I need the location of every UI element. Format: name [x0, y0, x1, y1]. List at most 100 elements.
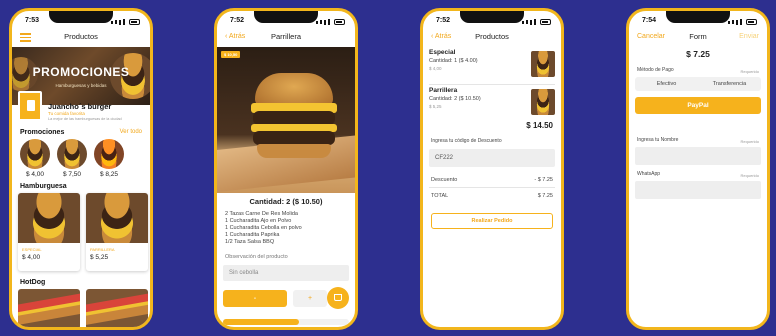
observation-input[interactable]: Sin cebolla	[223, 265, 349, 281]
promo-item[interactable]: $ 8,25	[94, 139, 124, 178]
page-title: Productos	[64, 32, 98, 41]
ingredient-item: 1 Cucharadita Ajo en Polvo	[225, 218, 292, 224]
promo-price: $ 7,50	[62, 171, 82, 178]
whatsapp-input[interactable]	[635, 181, 761, 199]
discount-code-input[interactable]: CF222	[429, 149, 555, 167]
payment-transfer-option[interactable]: Transferencia	[698, 77, 761, 91]
name-field-label: Ingresa tu Nombre	[637, 137, 679, 143]
paypal-button[interactable]: PayPal	[635, 97, 761, 114]
cart-icon	[334, 294, 342, 301]
paypal-label: PayPal	[687, 102, 709, 109]
divider	[429, 84, 555, 85]
promo-image	[20, 139, 50, 169]
phone-cart: 7:52 ‹ Atrás Productos Especial Cantidad…	[420, 8, 564, 330]
product-card[interactable]: ESPECIAL $ 4,00	[18, 193, 80, 271]
ingredient-item: 1 Cucharadita Paprika	[225, 232, 280, 238]
product-price: $ 4,00	[22, 254, 41, 261]
discount-label: Ingresa tu código de Descuento	[431, 138, 502, 144]
send-button[interactable]: Enviar	[739, 29, 759, 45]
signal-wifi-battery-icon	[111, 17, 140, 27]
increase-quantity-button[interactable]: +	[293, 290, 327, 307]
see-all-link[interactable]: Ver todo	[120, 129, 142, 135]
progress-bar-fill	[223, 319, 299, 325]
add-to-cart-button[interactable]	[327, 287, 349, 309]
subtotal-value: $ 14.50	[526, 121, 553, 130]
required-note: Requerido	[740, 69, 759, 74]
hotdog-card[interactable]	[86, 289, 148, 327]
signal-wifi-battery-icon	[522, 17, 551, 27]
product-image	[18, 193, 80, 243]
decrease-quantity-button[interactable]: -	[223, 290, 287, 307]
total-row-value: $ 7.25	[537, 193, 553, 199]
quantity-heading: Cantidad: 2 ($ 10.50)	[249, 197, 323, 206]
promo-price: $ 8,25	[99, 171, 119, 178]
cart-item-image	[531, 89, 555, 115]
cart-item[interactable]: Parrillera Cantidad: 2 ($ 10.50) $ 5,25	[429, 87, 555, 119]
product-price: $ 5,25	[90, 254, 109, 261]
back-label: Atrás	[228, 33, 246, 40]
burger-bun-bottom	[257, 144, 331, 158]
menu-icon[interactable]	[20, 33, 31, 44]
product-name: ESPECIAL	[22, 247, 42, 252]
nav-bar: ‹ Atrás Productos	[423, 29, 561, 45]
burger-patty-2	[253, 131, 335, 145]
notch	[254, 11, 318, 23]
notch	[666, 11, 730, 23]
hotdog-card[interactable]	[18, 289, 80, 327]
page-title: Parrillera	[270, 32, 301, 41]
ingredient-item: 2 Tazas Carne De Res Molida	[225, 211, 298, 217]
required-note: Requerido	[740, 173, 759, 178]
notch	[49, 11, 113, 23]
signal-wifi-battery-icon	[316, 17, 345, 27]
phone-product-detail: 7:52 ‹ Atrás Parrillera $ 10,50 Cantidad…	[214, 8, 358, 330]
nav-bar: ‹ Atrás Parrillera	[217, 29, 355, 45]
payment-method-label: Método de Pago	[637, 67, 674, 73]
promo-price: $ 4,00	[25, 171, 45, 178]
plus-label: +	[307, 295, 313, 302]
promo-image	[94, 139, 124, 169]
payment-cash-option[interactable]: Efectivo	[635, 77, 698, 91]
page-title: Productos	[475, 32, 509, 41]
burger-patty	[253, 111, 335, 125]
promo-image	[57, 139, 87, 169]
banner-title: PROMOCIONES	[32, 65, 130, 79]
nav-bar: Cancelar Form Enviar	[629, 29, 767, 45]
observation-label: Observación del producto	[225, 254, 288, 260]
store-logo	[18, 91, 42, 121]
required-note: Requerido	[740, 139, 759, 144]
price-badge: $ 10,50	[221, 51, 241, 58]
back-button[interactable]: ‹ Atrás	[225, 29, 245, 45]
store-description: La mejor de las hamburguesas de la ciuda…	[48, 117, 122, 121]
status-time: 7:54	[642, 17, 657, 24]
whatsapp-field-label: WhatsApp	[637, 171, 661, 177]
ingredient-item: 1 Cucharadita Cebolla en polvo	[225, 225, 302, 231]
store-card: Juancho´s burger Tu comida favorita La m…	[18, 91, 144, 125]
ingredients-list: 2 Tazas Carne De Res Molida 1 Cucharadit…	[225, 211, 349, 246]
discount-row-value: - $ 7.25	[534, 177, 553, 183]
promo-item[interactable]: $ 7,50	[57, 139, 87, 178]
phone-checkout-form: 7:54 Cancelar Form Enviar $ 7.25 Método …	[626, 8, 770, 330]
name-input[interactable]	[635, 147, 761, 165]
banner-subtitle: Hamburguesas y bebidas	[55, 83, 107, 88]
product-card[interactable]: PARRILLERA $ 5,25	[86, 193, 148, 271]
cart-item-image	[531, 51, 555, 77]
hamburger-heading: Hamburguesa	[20, 183, 67, 190]
cancel-button[interactable]: Cancelar	[637, 29, 665, 45]
page-title: Form	[689, 32, 707, 41]
ingredient-item: 1/2 Taza Salsa BBQ	[225, 239, 275, 245]
status-time: 7:52	[436, 17, 451, 24]
promo-item[interactable]: $ 4,00	[20, 139, 50, 178]
progress-bar-track	[223, 319, 349, 325]
notch	[460, 11, 524, 23]
back-button[interactable]: ‹ Atrás	[431, 29, 451, 45]
product-name: PARRILLERA	[90, 247, 115, 252]
back-label: Atrás	[434, 33, 452, 40]
cart-item[interactable]: Especial Cantidad: 1 ($ 4.00) $ 4,00	[429, 49, 555, 81]
total-row-label: TOTAL	[431, 193, 449, 199]
payment-segmented-control: Efectivo Transferencia	[635, 77, 761, 91]
signal-wifi-battery-icon	[728, 17, 757, 27]
place-order-button[interactable]: Realizar Pedido	[431, 213, 553, 229]
discount-row-label: Descuento	[431, 177, 458, 183]
place-order-label: Realizar Pedido	[471, 218, 513, 224]
minus-label: -	[253, 295, 257, 302]
